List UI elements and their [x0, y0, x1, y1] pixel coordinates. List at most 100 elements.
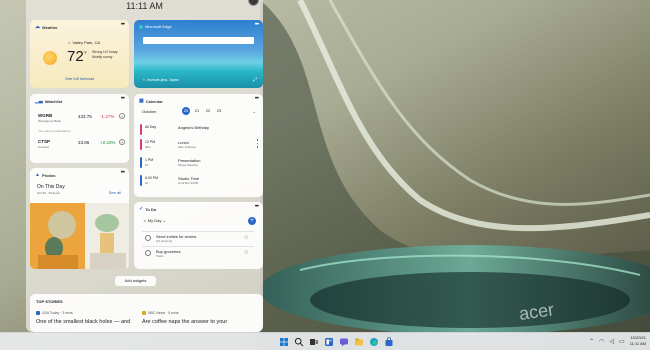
star-icon[interactable]: ☆: [244, 249, 249, 256]
subcondition-label: Mostly sunny: [92, 55, 113, 59]
clock-time: 11:11 AM: [629, 341, 646, 346]
photos-title: Photos: [41, 172, 56, 178]
source-logo-icon: [36, 311, 40, 315]
star-icon[interactable]: ☆: [244, 234, 249, 241]
day-button[interactable]: 21: [193, 107, 201, 115]
edge-logo-icon: [139, 24, 143, 29]
scroll-indicator[interactable]: [256, 139, 258, 148]
widgets-icon[interactable]: [324, 337, 334, 347]
stock-row[interactable]: CTSP Contoso 23.86 +2.23% +: [38, 139, 126, 151]
event-title: Angela's Birthday: [178, 125, 210, 130]
wifi-icon[interactable]: ◠: [599, 338, 604, 345]
store-icon[interactable]: [384, 337, 394, 347]
list-name: My Day: [147, 218, 162, 223]
forecast-link[interactable]: See full forecast: [30, 76, 129, 81]
more-options-icon[interactable]: •••: [121, 22, 125, 28]
watchlist-title: Watchlist: [44, 98, 63, 104]
event-color-bar: [140, 175, 142, 186]
more-options-icon[interactable]: •••: [121, 170, 125, 176]
day-button[interactable]: 23: [215, 107, 223, 115]
calendar-widget[interactable]: ▦ Calendar ••• October 20 21 22 23 ⌄ All…: [134, 94, 263, 197]
task-checkbox[interactable]: [145, 235, 151, 241]
story-title: Are coffee naps the answer to your: [142, 319, 228, 325]
battery-icon[interactable]: ▭: [619, 338, 625, 345]
more-options-icon[interactable]: •••: [255, 22, 259, 28]
source-logo-icon: [142, 311, 146, 315]
sun-icon: ☼: [143, 218, 147, 223]
chat-icon[interactable]: [339, 337, 349, 347]
stock-row[interactable]: WGRB Woodgrove Bank 433.75 -1.27% +: [38, 113, 126, 125]
event-time: 12 PM: [145, 140, 156, 144]
stock-price: 433.75: [78, 114, 92, 119]
more-options-icon[interactable]: •••: [121, 96, 125, 102]
event-time: 6:00 PM: [145, 176, 159, 180]
photos-header: ▲ Photos: [35, 172, 56, 178]
weather-widget[interactable]: ☁ Weather ••• ⌂ Valley Park, CA 72 °F St…: [30, 20, 129, 88]
task-view-icon[interactable]: [309, 337, 319, 347]
task-item[interactable]: Send invites for review Q4 planning ☆: [142, 231, 254, 244]
calendar-event[interactable]: 6:00 PM 2h Studio Time Conf Rm 32/35: [140, 175, 252, 187]
add-widgets-button[interactable]: Add widgets: [115, 276, 156, 286]
stock-name: Woodgrove Bank: [38, 119, 61, 123]
event-subtitle: Alex Johnson: [178, 145, 197, 149]
web-search-input[interactable]: [143, 37, 254, 44]
event-duration: 2h: [145, 181, 149, 185]
expand-icon[interactable]: ⤢: [253, 77, 257, 83]
chevron-down-icon[interactable]: ⌄: [253, 109, 256, 114]
photos-icon: ▲: [35, 172, 40, 178]
stock-symbol: WGRB: [38, 113, 53, 118]
photos-heading: On This Day: [37, 184, 65, 190]
event-time: 1 PM: [145, 158, 154, 162]
photo-thumbnail[interactable]: [30, 203, 129, 269]
weather-location: ⌂ Valley Park, CA: [68, 40, 100, 45]
chevron-up-icon[interactable]: ⌃: [589, 338, 594, 345]
calendar-event[interactable]: All Day Angela's Birthday: [140, 124, 252, 136]
source-label: NBC News · 5 mins: [148, 311, 179, 315]
todo-widget[interactable]: ✓ To Do ••• ☼ My Day ⌄ + Send invites fo…: [134, 202, 263, 269]
edge-widget[interactable]: Microsoft Edge ••• ⌖ Iriomote-jima, Japa…: [134, 20, 263, 88]
event-color-bar: [140, 157, 142, 168]
calendar-header: ▦ Calendar: [139, 98, 163, 104]
source-label: USA Today · 3 mins: [42, 311, 73, 315]
stock-name: Contoso: [38, 145, 50, 149]
volume-icon[interactable]: ◁: [609, 338, 614, 345]
task-item[interactable]: Buy groceries Tasks ☆: [142, 246, 254, 259]
temperature-unit: °F: [83, 50, 88, 55]
cloud-icon: ☁: [35, 24, 40, 30]
event-duration: 1h: [145, 163, 149, 167]
search-icon[interactable]: [294, 337, 304, 347]
event-subtitle: Skype Meeting: [178, 163, 198, 167]
day-button[interactable]: 20: [182, 107, 190, 115]
start-icon[interactable]: [279, 337, 289, 347]
edge-title: Microsoft Edge: [145, 24, 172, 29]
event-color-bar: [140, 124, 142, 135]
day-strip: 20 21 22 23: [182, 107, 223, 115]
event-color-bar: [140, 139, 142, 150]
taskbar-clock[interactable]: 10/20/21 11:11 AM: [630, 335, 646, 347]
day-button[interactable]: 22: [204, 107, 212, 115]
task-checkbox[interactable]: [145, 250, 151, 256]
location-label: Valley Park, CA: [72, 40, 101, 45]
calendar-event[interactable]: 12 PM 30m Lunch Alex Johnson: [140, 139, 252, 151]
add-stock-button[interactable]: +: [119, 139, 125, 145]
stock-change: +2.23%: [100, 140, 116, 145]
list-selector[interactable]: ☼ My Day ⌄: [143, 218, 166, 223]
add-stock-button[interactable]: +: [119, 113, 125, 119]
file-explorer-icon[interactable]: [354, 337, 364, 347]
top-stories-section: TOP STORIES USA Today · 3 mins One of th…: [30, 294, 263, 332]
photos-widget[interactable]: ▲ Photos ••• On This Day Oct 20 · 33 ite…: [30, 168, 129, 269]
suggestion-note: You may be interested in: [38, 129, 71, 133]
watchlist-widget[interactable]: ▁▃ Watchlist ••• WGRB Woodgrove Bank 433…: [30, 94, 129, 163]
event-duration: 30m: [145, 145, 151, 149]
month-selector[interactable]: October: [142, 109, 156, 114]
stock-price: 23.86: [78, 140, 90, 145]
calendar-event[interactable]: 1 PM 1h Presentation Skype Meeting: [140, 157, 252, 169]
more-options-icon[interactable]: •••: [255, 204, 259, 210]
edge-icon[interactable]: [369, 337, 379, 347]
task-list-label: Tasks: [156, 254, 164, 258]
see-all-link[interactable]: See all: [109, 190, 121, 195]
sun-icon: [43, 51, 57, 65]
add-task-button[interactable]: +: [248, 217, 256, 225]
more-options-icon[interactable]: •••: [255, 96, 259, 102]
edge-header: Microsoft Edge: [139, 24, 172, 29]
